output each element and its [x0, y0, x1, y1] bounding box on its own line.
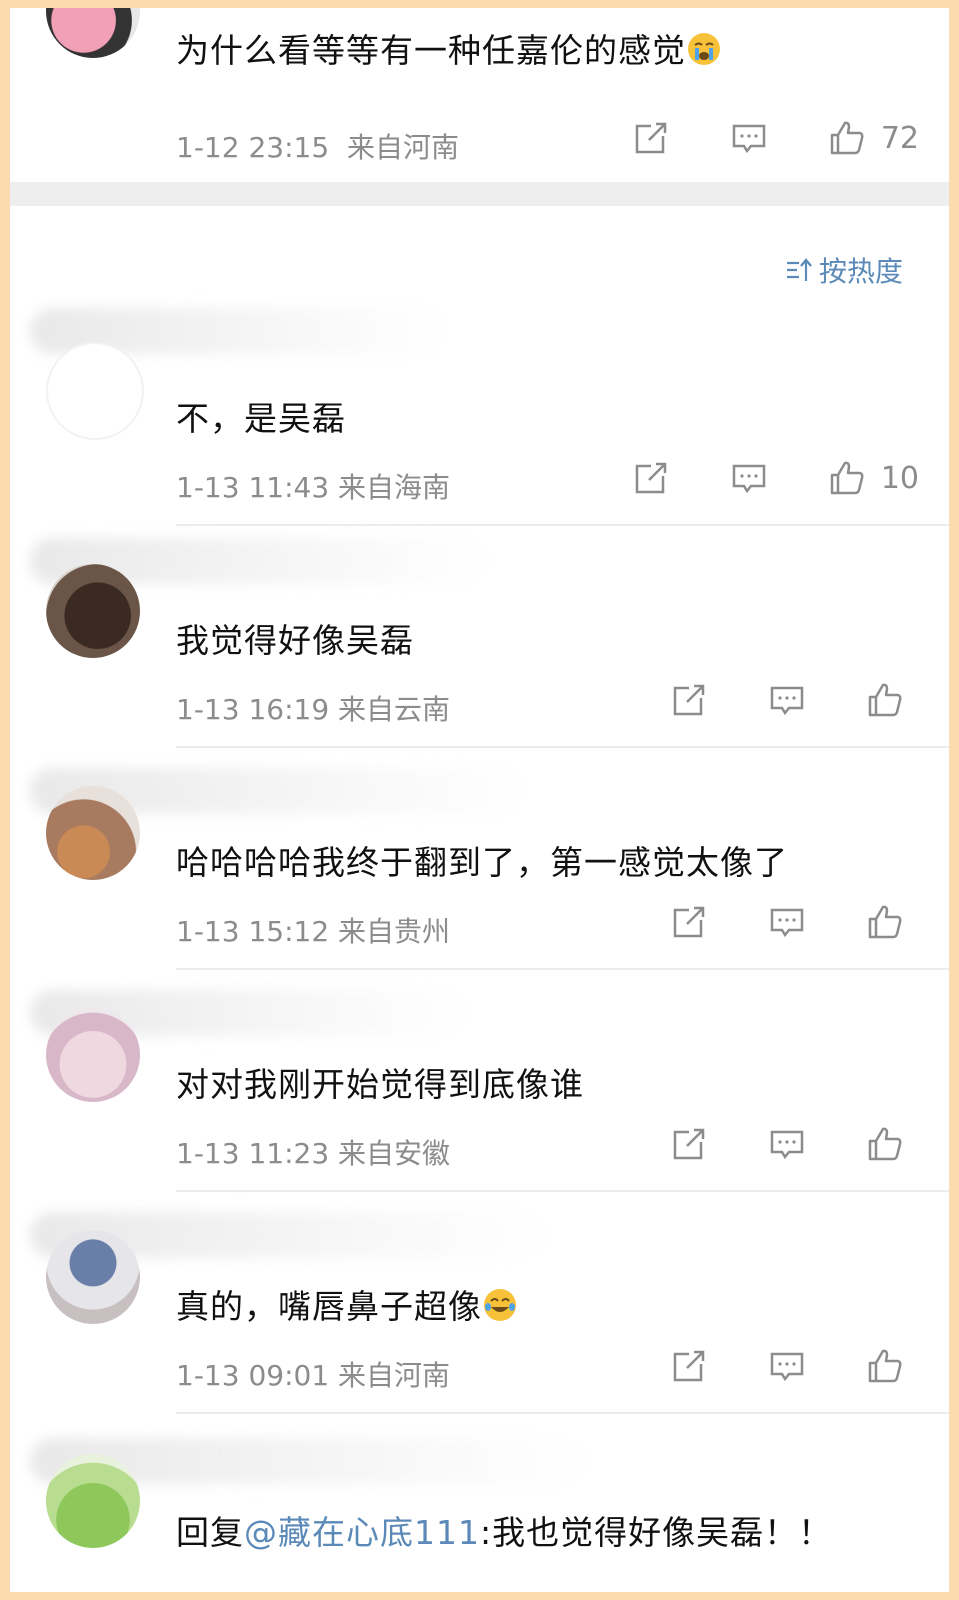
reply-button[interactable]	[767, 1124, 807, 1164]
comment-screen: 为什么看等等有一种任嘉伦的感觉 1-12 23:15 来自河南 72 按热度 不…	[10, 8, 949, 1592]
comment-location: 来自云南	[338, 693, 451, 726]
comment-meta: 1-13 16:19 来自云南	[176, 688, 450, 728]
comment-separator	[176, 746, 949, 748]
reply-body: :我也觉得好像吴磊！！	[480, 1513, 833, 1552]
comment-actions	[669, 902, 905, 942]
share-icon	[673, 684, 705, 716]
like-button[interactable]: 10	[827, 458, 919, 498]
comment-location: 来自贵州	[338, 915, 451, 948]
comment-time: 1-13 09:01	[176, 1359, 330, 1392]
comment-meta: 1-13 09:01 来自河南	[176, 1354, 450, 1394]
share-button[interactable]	[669, 1346, 709, 1386]
thumbs-up-icon	[868, 905, 902, 939]
comment-text: 我觉得好像吴磊	[176, 621, 414, 660]
comment-separator	[176, 968, 949, 970]
sort-icon	[786, 258, 812, 281]
comment-text: 哈哈哈哈我终于翻到了，第一感觉太像了	[176, 843, 788, 882]
comment-text: 对对我刚开始觉得到底像谁	[176, 1065, 584, 1104]
comment-time: 1-13 11:23	[176, 1137, 330, 1170]
comment-meta: 1-12 23:15 来自河南	[176, 126, 459, 166]
share-button[interactable]	[631, 458, 671, 498]
laughing-tears-emoji-icon	[484, 1289, 516, 1321]
thumbs-up-icon	[868, 683, 902, 717]
comment-icon	[770, 1130, 804, 1160]
comment-actions: 72	[631, 118, 919, 158]
like-button[interactable]	[865, 1346, 905, 1386]
comment-meta: 1-13 15:12 来自贵州	[176, 910, 450, 950]
sort-label: 按热度	[818, 255, 903, 288]
comment-separator	[176, 1190, 949, 1192]
comment-icon	[732, 124, 766, 154]
share-button[interactable]	[669, 1124, 709, 1164]
share-button[interactable]	[631, 118, 671, 158]
crying-face-emoji-icon	[688, 33, 720, 65]
avatar[interactable]	[46, 1454, 140, 1548]
share-button[interactable]	[669, 902, 709, 942]
comment-location: 来自安徽	[338, 1137, 451, 1170]
comment-separator	[176, 1412, 949, 1414]
comment-separator	[176, 524, 949, 526]
comment-actions	[669, 680, 905, 720]
reply-text: 回复@藏在心底111:我也觉得好像吴磊！！	[176, 1506, 832, 1554]
comment-time: 1-13 11:43	[176, 471, 330, 504]
reply-button[interactable]	[729, 118, 769, 158]
share-button[interactable]	[669, 680, 709, 720]
comment-icon	[770, 686, 804, 716]
avatar[interactable]	[46, 1230, 140, 1324]
thumbs-up-icon	[830, 121, 864, 155]
comment-location: 来自海南	[338, 471, 451, 504]
like-button[interactable]: 72	[827, 118, 919, 158]
user-mention-link[interactable]: @藏在心底111	[244, 1513, 480, 1552]
comment-time: 1-13 16:19	[176, 693, 330, 726]
avatar[interactable]	[46, 342, 144, 440]
comment-time: 1-12 23:15	[176, 131, 330, 164]
share-icon	[635, 122, 667, 154]
comment-icon	[770, 908, 804, 938]
comment-location: 来自河南	[338, 1359, 451, 1392]
like-button[interactable]	[865, 680, 905, 720]
comment-text: 为什么看等等有一种任嘉伦的感觉	[176, 24, 722, 72]
share-icon	[673, 1128, 705, 1160]
share-icon	[673, 1350, 705, 1382]
comment-location: 来自河南	[346, 131, 459, 164]
reply-button[interactable]	[767, 902, 807, 942]
reply-prefix: 回复	[176, 1513, 244, 1552]
comment-actions: 10	[631, 458, 919, 498]
avatar[interactable]	[46, 8, 140, 58]
avatar[interactable]	[46, 1008, 140, 1102]
reply-button[interactable]	[729, 458, 769, 498]
like-button[interactable]	[865, 902, 905, 942]
comment-time: 1-13 15:12	[176, 915, 330, 948]
comment-actions	[669, 1124, 905, 1164]
reply-button[interactable]	[767, 680, 807, 720]
comment-text: 真的，嘴唇鼻子超像	[176, 1280, 518, 1328]
like-count: 10	[880, 460, 919, 496]
comment-meta: 1-13 11:23 来自安徽	[176, 1132, 450, 1172]
avatar[interactable]	[46, 786, 140, 880]
reply-button[interactable]	[767, 1346, 807, 1386]
comment-text: 不，是吴磊	[176, 399, 346, 438]
section-divider	[10, 182, 949, 206]
avatar[interactable]	[46, 564, 140, 658]
comment-icon	[732, 464, 766, 494]
thumbs-up-icon	[868, 1349, 902, 1383]
comment-icon	[770, 1352, 804, 1382]
thumbs-up-icon	[830, 461, 864, 495]
like-count: 72	[880, 120, 919, 156]
comment-meta: 1-13 11:43 来自海南	[176, 466, 450, 506]
thumbs-up-icon	[868, 1127, 902, 1161]
share-icon	[635, 462, 667, 494]
like-button[interactable]	[865, 1124, 905, 1164]
comment-actions	[669, 1346, 905, 1386]
share-icon	[673, 906, 705, 938]
sort-by-hot-button[interactable]: 按热度	[785, 250, 903, 290]
